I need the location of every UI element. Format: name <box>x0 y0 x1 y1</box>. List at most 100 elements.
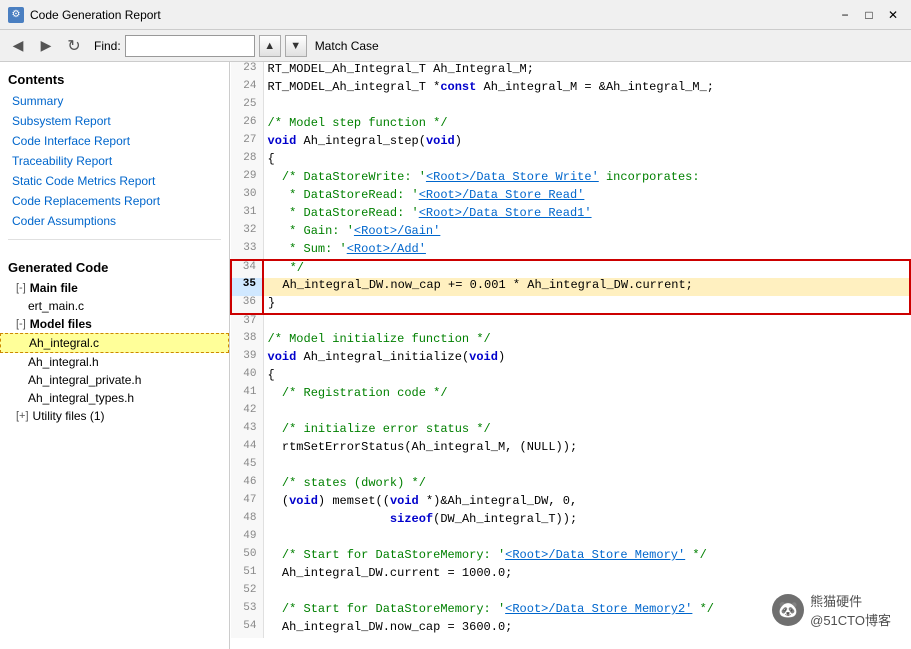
app-icon: ⚙ <box>8 7 24 23</box>
code-row: 23RT_MODEL_Ah_Integral_T Ah_Integral_M; <box>231 62 910 80</box>
code-line-content: /* DataStoreWrite: '<Root>/Data Store Wr… <box>263 170 910 188</box>
line-number: 24 <box>231 80 263 98</box>
line-number: 53 <box>231 602 263 620</box>
code-line-content: RT_MODEL_Ah_Integral_T Ah_Integral_M; <box>263 62 910 80</box>
line-number: 43 <box>231 422 263 440</box>
code-line-content: /* Registration code */ <box>263 386 910 404</box>
find-down-button[interactable]: ▼ <box>285 35 307 57</box>
line-number: 42 <box>231 404 263 422</box>
sidebar-link-summary[interactable]: Summary <box>0 91 229 111</box>
line-number: 37 <box>231 314 263 332</box>
model-file-group-header: [-] Model files <box>0 315 229 333</box>
minimize-button[interactable]: − <box>835 5 855 25</box>
sidebar-link-static-code-metrics-report[interactable]: Static Code Metrics Report <box>0 171 229 191</box>
line-number: 32 <box>231 224 263 242</box>
sidebar-link-coder-assumptions[interactable]: Coder Assumptions <box>0 211 229 231</box>
line-number: 33 <box>231 242 263 260</box>
model-file-Ah_integral-c[interactable]: Ah_integral.c <box>0 333 229 353</box>
code-row: 30 * DataStoreRead: '<Root>/Data Store R… <box>231 188 910 206</box>
main-file-label: Main file <box>30 281 78 295</box>
sidebar-link-code-replacements-report[interactable]: Code Replacements Report <box>0 191 229 211</box>
back-button[interactable]: ◀ <box>6 34 30 58</box>
line-number: 48 <box>231 512 263 530</box>
title-bar: ⚙ Code Generation Report − □ ✕ <box>0 0 911 30</box>
code-line-content: /* Model initialize function */ <box>263 332 910 350</box>
forward-button[interactable]: ▶ <box>34 34 58 58</box>
utility-group-header: [+] Utility files (1) <box>0 407 229 425</box>
file-ert-main[interactable]: ert_main.c <box>0 297 229 315</box>
line-number: 51 <box>231 566 263 584</box>
utility-label: Utility files (1) <box>33 409 105 423</box>
line-number: 52 <box>231 584 263 602</box>
model-file-label: Model files <box>30 317 92 331</box>
sidebar-divider <box>8 239 221 240</box>
code-row: 29 /* DataStoreWrite: '<Root>/Data Store… <box>231 170 910 188</box>
code-row: 47 (void) memset((void *)&Ah_integral_DW… <box>231 494 910 512</box>
model-files-list: Ah_integral.cAh_integral.hAh_integral_pr… <box>0 333 229 407</box>
code-row: 45 <box>231 458 910 476</box>
watermark-icon: 🐼 <box>772 594 804 626</box>
line-number: 28 <box>231 152 263 170</box>
line-number: 31 <box>231 206 263 224</box>
sidebar-links: SummarySubsystem ReportCode Interface Re… <box>0 91 229 231</box>
code-row: 50 /* Start for DataStoreMemory: '<Root>… <box>231 548 910 566</box>
code-row: 46 /* states (dwork) */ <box>231 476 910 494</box>
code-row: 27void Ah_integral_step(void) <box>231 134 910 152</box>
code-row: 39void Ah_integral_initialize(void) <box>231 350 910 368</box>
close-button[interactable]: ✕ <box>883 5 903 25</box>
refresh-button[interactable]: ↻ <box>62 34 86 58</box>
code-row: 51 Ah_integral_DW.current = 1000.0; <box>231 566 910 584</box>
code-line-content: * Sum: '<Root>/Add' <box>263 242 910 260</box>
code-row: 41 /* Registration code */ <box>231 386 910 404</box>
code-line-content <box>263 404 910 422</box>
code-row: 49 <box>231 530 910 548</box>
main-file-toggle[interactable]: [-] <box>16 282 26 294</box>
line-number: 49 <box>231 530 263 548</box>
code-line-content: /* initialize error status */ <box>263 422 910 440</box>
main-layout: Contents SummarySubsystem ReportCode Int… <box>0 62 911 649</box>
code-line-content: Ah_integral_DW.current = 1000.0; <box>263 566 910 584</box>
model-file-toggle[interactable]: [-] <box>16 318 26 330</box>
code-line-content: (void) memset((void *)&Ah_integral_DW, 0… <box>263 494 910 512</box>
sidebar: Contents SummarySubsystem ReportCode Int… <box>0 62 230 649</box>
line-number: 23 <box>231 62 263 80</box>
line-number: 45 <box>231 458 263 476</box>
generated-code-title: Generated Code <box>0 256 229 279</box>
code-row: 35 Ah_integral_DW.now_cap += 0.001 * Ah_… <box>231 278 910 296</box>
sidebar-link-code-interface-report[interactable]: Code Interface Report <box>0 131 229 151</box>
code-row: 38/* Model initialize function */ <box>231 332 910 350</box>
model-file-Ah_integral_types-h[interactable]: Ah_integral_types.h <box>0 389 229 407</box>
model-file-Ah_integral-h[interactable]: Ah_integral.h <box>0 353 229 371</box>
sidebar-link-subsystem-report[interactable]: Subsystem Report <box>0 111 229 131</box>
line-number: 25 <box>231 98 263 116</box>
title-bar-left: ⚙ Code Generation Report <box>8 7 161 23</box>
sidebar-link-traceability-report[interactable]: Traceability Report <box>0 151 229 171</box>
line-number: 29 <box>231 170 263 188</box>
line-number: 27 <box>231 134 263 152</box>
code-table: 23RT_MODEL_Ah_Integral_T Ah_Integral_M;2… <box>230 62 911 638</box>
window-controls: − □ ✕ <box>835 5 903 25</box>
code-line-content: * DataStoreRead: '<Root>/Data Store Read… <box>263 188 910 206</box>
line-number: 44 <box>231 440 263 458</box>
code-line-content: sizeof(DW_Ah_integral_T)); <box>263 512 910 530</box>
find-up-button[interactable]: ▲ <box>259 35 281 57</box>
code-row: 40{ <box>231 368 910 386</box>
model-file-Ah_integral_private-h[interactable]: Ah_integral_private.h <box>0 371 229 389</box>
main-file-group-header: [-] Main file <box>0 279 229 297</box>
line-number: 39 <box>231 350 263 368</box>
code-line-content: void Ah_integral_step(void) <box>263 134 910 152</box>
code-line-content <box>263 314 910 332</box>
line-number: 50 <box>231 548 263 566</box>
code-row: 25 <box>231 98 910 116</box>
line-number: 34 <box>231 260 263 278</box>
maximize-button[interactable]: □ <box>859 5 879 25</box>
line-number: 36 <box>231 296 263 314</box>
search-input[interactable] <box>125 35 255 57</box>
code-row: 48 sizeof(DW_Ah_integral_T)); <box>231 512 910 530</box>
code-row: 26/* Model step function */ <box>231 116 910 134</box>
code-row: 32 * Gain: '<Root>/Gain' <box>231 224 910 242</box>
utility-toggle[interactable]: [+] <box>16 410 29 422</box>
code-line-content: } <box>263 296 910 314</box>
code-line-content: Ah_integral_DW.now_cap += 0.001 * Ah_int… <box>263 278 910 296</box>
code-pane: 23RT_MODEL_Ah_Integral_T Ah_Integral_M;2… <box>230 62 911 649</box>
